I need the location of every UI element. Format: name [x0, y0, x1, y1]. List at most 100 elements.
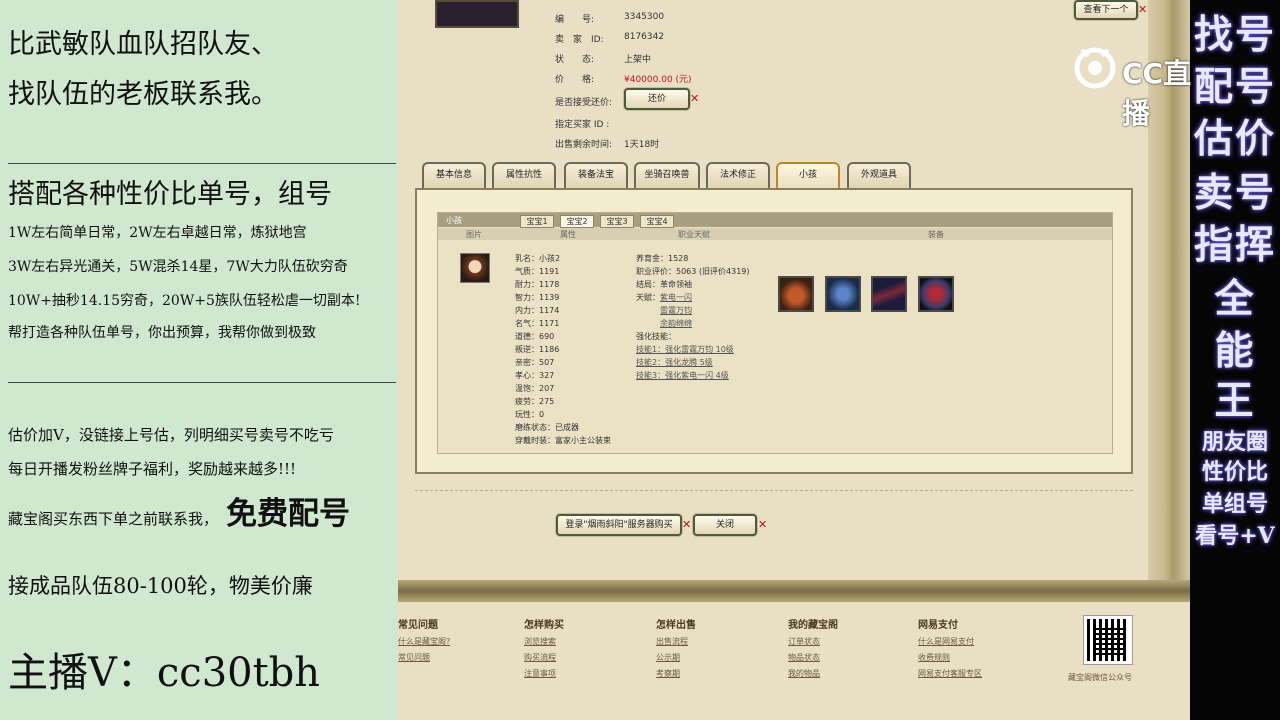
promo-text: 朋友圈 [1201, 429, 1268, 455]
child-panel-title: 小孩 [446, 216, 462, 225]
price-value: ¥40000.00 (元) [624, 75, 692, 85]
valuation-line: 估价加V，没链接上号估，列明细买号卖号不吃亏 [8, 426, 334, 444]
talent-link[interactable]: 雷霆万钧 [660, 305, 692, 316]
price-label: 价 格: [555, 75, 595, 85]
footer-link[interactable]: 浏览搜索 [524, 636, 556, 647]
list-item: 穿戴时装：富家小主公装束 [515, 436, 611, 445]
tab-child[interactable]: 小孩 [776, 162, 840, 188]
tab-mounts-pets[interactable]: 坐骑召唤兽 [634, 162, 700, 188]
list-item: 内力：1174 [515, 306, 560, 315]
list-item: 道德：690 [515, 332, 555, 341]
list-item: 名气：1171 [515, 319, 560, 328]
footer-heading: 怎样出售 [656, 620, 696, 631]
skill-link[interactable]: 技能1：强化雷霆万钧 10级 [636, 344, 734, 355]
close-icon: ✕ [690, 92, 700, 105]
list-item: 乳名：小孩2 [515, 254, 561, 263]
footer-link[interactable]: 什么是网易支付 [918, 636, 974, 647]
tab-baby-4[interactable]: 宝宝4 [640, 215, 674, 228]
skill-link[interactable]: 技能2：强化龙腾 5级 [636, 357, 713, 368]
promo-text: 看号+V [1195, 523, 1275, 549]
close-icon: ✕ [682, 518, 692, 531]
bargain-button[interactable]: 还价 [624, 88, 690, 110]
promo-text: 能 [1214, 328, 1256, 374]
next-listing-button[interactable]: 查看下一个 [1074, 0, 1138, 20]
column-header-row: 图片 属性 职业天赋 装备 [438, 228, 1112, 240]
qr-code [1083, 615, 1133, 665]
footer-heading: 怎样购买 [524, 620, 564, 631]
streamer-info-panel: 比武敏队血队招队友、 找队伍的老板联系我。 搭配各种性价比单号，组号 1W左右简… [0, 0, 398, 720]
promo-text: 卖号 [1193, 170, 1276, 216]
footer-link[interactable]: 网易支付客服专区 [918, 668, 982, 679]
footer-link[interactable]: 什么是藏宝阁? [398, 636, 450, 647]
welfare-line: 每日开播发粉丝牌子福利，奖励越来越多!!! [8, 460, 297, 478]
tab-attributes[interactable]: 属性抗性 [492, 162, 556, 188]
col-career-header: 职业天赋 [678, 230, 710, 239]
logo-text: CC直播 [1122, 57, 1192, 130]
equipment-slot[interactable] [825, 276, 861, 312]
promo-text: 指挥 [1193, 222, 1276, 268]
promo-text: 性价比 [1201, 459, 1268, 485]
login-server-buy-button[interactable]: 登录"烟雨斜阳"服务器购买 [556, 514, 682, 536]
tab-spells[interactable]: 法术修正 [706, 162, 770, 188]
seller-label: 卖 家 ID: [555, 35, 604, 45]
divider [8, 163, 396, 164]
tab-equipment[interactable]: 装备法宝 [564, 162, 628, 188]
footer-link[interactable]: 出售流程 [656, 636, 688, 647]
child-info-panel: 小孩 宝宝1 宝宝2 宝宝3 宝宝4 图片 属性 职业天赋 装备 乳名：小孩2 … [415, 188, 1133, 474]
cc-live-logo: CC直播 [1070, 42, 1210, 130]
streamer-contact: 主播V：cc30tbh [8, 650, 321, 696]
list-item: 叛逆：1186 [515, 345, 560, 354]
child-avatar [460, 253, 490, 283]
divider [415, 490, 1133, 491]
close-icon: ✕ [1138, 3, 1148, 16]
footer-link[interactable]: 物品状态 [788, 652, 820, 663]
footer-link[interactable]: 注意事项 [524, 668, 556, 679]
tab-appearance[interactable]: 外观道具 [847, 162, 911, 188]
list-item: 疲劳：275 [515, 397, 555, 406]
equipment-slot[interactable] [778, 276, 814, 312]
bargain-label: 是否接受还价: [555, 98, 613, 108]
qr-caption: 藏宝阁微信公众号 [1068, 673, 1132, 682]
team-line: 接成品队伍80-100轮，物美价廉 [8, 574, 313, 598]
equipment-slot[interactable] [918, 276, 954, 312]
character-portrait [435, 0, 519, 28]
id-label: 编 号: [555, 15, 595, 25]
divider [8, 382, 396, 383]
seller-value: 8176342 [624, 32, 665, 42]
footer-link[interactable]: 常见问题 [398, 652, 430, 663]
footer-link[interactable]: 购买流程 [524, 652, 556, 663]
cangbaoge-window: 编 号: 3345300 卖 家 ID: 8176342 状 态: 上架中 价 … [398, 0, 1190, 720]
skill-link[interactable]: 技能3：强化紫电一闪 4级 [636, 370, 729, 381]
id-value: 3345300 [624, 12, 665, 22]
time-label: 出售剩余时间: [555, 140, 613, 150]
price-line-1: 1W左右简单日常，2W左右卓越日常，炼狱地宫 [8, 225, 307, 241]
list-item: 玩性：0 [515, 410, 545, 419]
list-item: 孝心：327 [515, 371, 555, 380]
footer-link[interactable]: 公示期 [656, 652, 680, 663]
footer-heading: 我的藏宝阁 [788, 620, 838, 631]
close-icon: ✕ [758, 518, 768, 531]
equipment-slot[interactable] [871, 276, 907, 312]
tab-baby-3[interactable]: 宝宝3 [600, 215, 634, 228]
cc-logo-icon [1074, 47, 1116, 89]
close-button[interactable]: 关闭 [693, 514, 757, 536]
tab-baby-2[interactable]: 宝宝2 [560, 215, 594, 228]
footer-link[interactable]: 收费规则 [918, 652, 950, 663]
talent-link[interactable]: 余韵绵绵 [660, 318, 692, 329]
raising-fee: 养育金：1528 [636, 254, 689, 263]
price-line-3: 10W+抽秒14.15穷奇，20W+5族队伍轻松虐一切副本! [8, 293, 361, 309]
footer-link[interactable]: 订单状态 [788, 636, 820, 647]
tab-basic-info[interactable]: 基本信息 [422, 162, 486, 188]
cangbaoge-line: 藏宝阁买东西下单之前联系我， [8, 510, 219, 528]
career-score: 职业评价：5063 (旧评价4319) [636, 267, 750, 276]
footer-heading: 网易支付 [918, 620, 958, 631]
tab-baby-1[interactable]: 宝宝1 [520, 215, 554, 228]
footer-link[interactable]: 考察期 [656, 668, 680, 679]
recruit-line-2: 找队伍的老板联系我。 [8, 79, 278, 110]
footer-link[interactable]: 我的物品 [788, 668, 820, 679]
service-heading: 搭配各种性价比单号，组号 [8, 179, 332, 210]
status-value: 上架中 [624, 55, 652, 65]
skill-label: 强化技能： [636, 332, 676, 341]
talent-link[interactable]: 紫电一闪 [660, 292, 692, 303]
list-item: 耐力：1178 [515, 280, 560, 289]
